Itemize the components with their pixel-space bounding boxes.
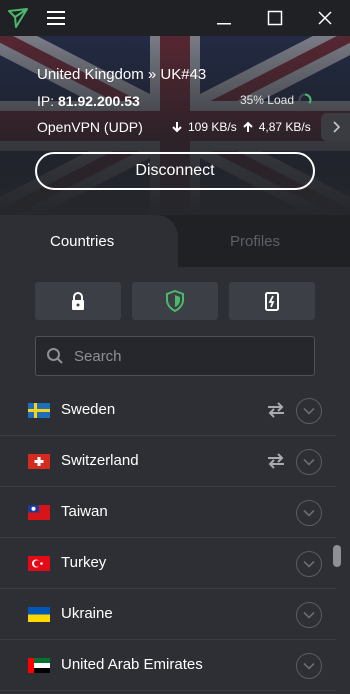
country-row-ukraine[interactable]: Ukraine	[0, 590, 336, 640]
country-name: United Arab Emirates	[61, 656, 203, 673]
scrollbar-thumb[interactable]	[333, 545, 341, 567]
close-icon[interactable]	[312, 0, 338, 36]
chevron-down-icon[interactable]	[296, 398, 322, 424]
switzerland-flag-icon	[28, 454, 50, 469]
country-row-taiwan[interactable]: Taiwan	[0, 488, 336, 538]
search-icon	[47, 348, 63, 364]
server-load: 35% Load	[240, 93, 312, 107]
title-bar	[0, 0, 350, 36]
search-input[interactable]	[72, 346, 296, 366]
country-row-sweden[interactable]: Sweden	[0, 386, 336, 436]
chevron-down-icon[interactable]	[296, 602, 322, 628]
maximize-icon[interactable]	[262, 0, 288, 36]
ukraine-flag-icon	[28, 607, 50, 622]
country-row-united-arab-emirates[interactable]: United Arab Emirates	[0, 641, 336, 691]
connected-server: United Kingdom » UK#43	[37, 66, 207, 83]
country-name: Switzerland	[61, 452, 139, 469]
tab-profiles[interactable]: Profiles	[230, 233, 280, 250]
turkey-flag-icon	[28, 556, 50, 571]
upload-speed: 4,87 KB/s	[258, 120, 311, 134]
tab-countries-label: Countries	[50, 233, 115, 250]
ip-label: IP:	[37, 93, 55, 109]
secure-core-filter-button[interactable]	[35, 282, 121, 320]
country-name: Taiwan	[61, 503, 108, 520]
country-name: Turkey	[61, 554, 107, 571]
chevron-down-icon[interactable]	[296, 500, 322, 526]
p2p-swap-icon	[268, 453, 284, 469]
chevron-down-icon[interactable]	[296, 449, 322, 475]
load-ring-icon	[298, 93, 312, 107]
kill-switch-filter-button[interactable]	[229, 282, 315, 320]
chevron-right-icon	[332, 121, 340, 133]
traffic-speeds: 109 KB/s 4,87 KB/s	[172, 120, 311, 134]
protonvpn-logo-icon	[6, 0, 30, 36]
disconnect-button[interactable]: Disconnect	[35, 152, 315, 190]
download-arrow-icon	[172, 122, 182, 133]
ip-address: IP: 81.92.200.53	[37, 93, 140, 109]
sweden-flag-icon	[28, 403, 50, 418]
lock-icon	[72, 292, 84, 310]
download-speed: 109 KB/s	[188, 120, 237, 134]
hamburger-menu-icon[interactable]	[44, 0, 68, 36]
tor-icon	[265, 292, 279, 311]
p2p-swap-icon	[268, 402, 284, 418]
chevron-down-icon[interactable]	[296, 653, 322, 679]
country-row-switzerland[interactable]: Switzerland	[0, 437, 336, 487]
ip-value: 81.92.200.53	[58, 93, 140, 109]
load-text: 35% Load	[239, 93, 294, 107]
protocol: OpenVPN (UDP)	[37, 119, 143, 135]
country-name: Sweden	[61, 401, 116, 418]
taiwan-flag-icon	[28, 505, 50, 520]
country-row-turkey[interactable]: Turkey	[0, 539, 336, 589]
expand-map-button[interactable]	[321, 113, 350, 141]
search-box[interactable]	[35, 336, 315, 376]
netshield-filter-button[interactable]	[132, 282, 218, 320]
shield-icon	[166, 290, 184, 312]
country-name: Ukraine	[61, 605, 113, 622]
chevron-down-icon[interactable]	[296, 551, 322, 577]
minimize-icon[interactable]	[212, 0, 236, 36]
upload-arrow-icon	[242, 121, 253, 132]
uae-flag-icon	[28, 658, 50, 673]
